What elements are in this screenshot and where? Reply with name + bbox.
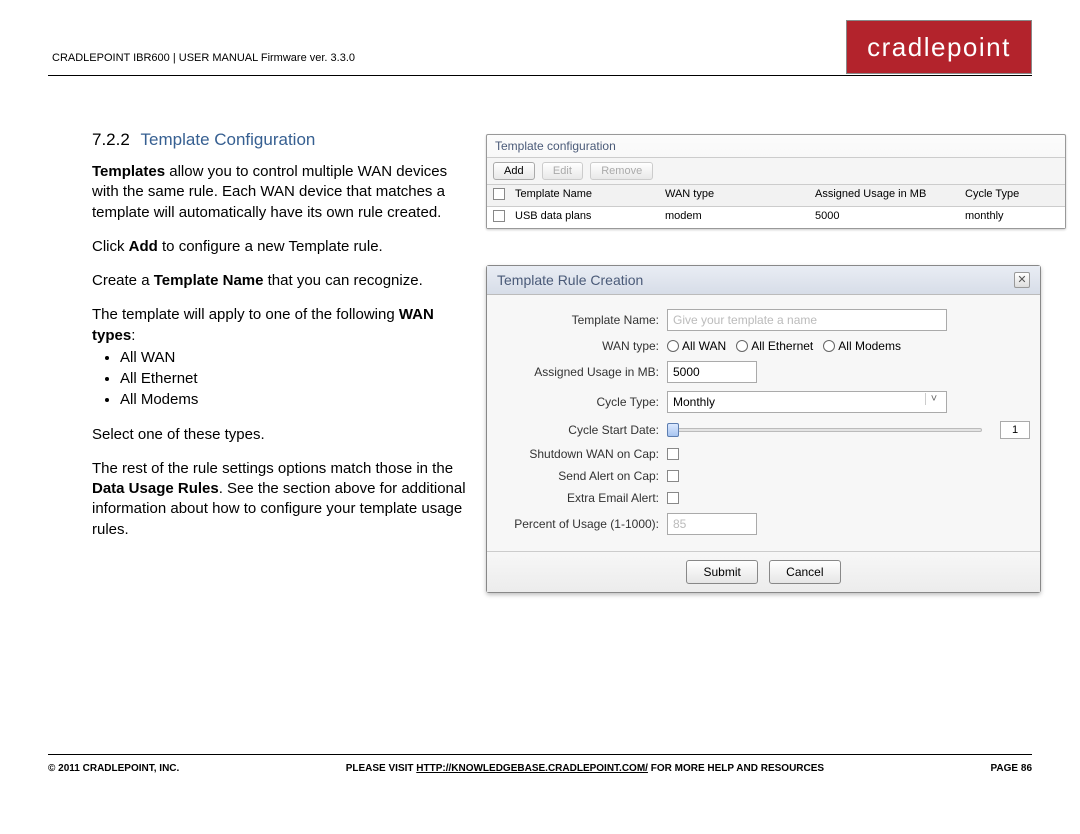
- panel-title: Template configuration: [487, 135, 1065, 157]
- toolbar: Add Edit Remove: [487, 157, 1065, 185]
- edit-button[interactable]: Edit: [542, 162, 583, 180]
- label-template-name: Template Name:: [497, 313, 667, 327]
- label-usage: Assigned Usage in MB:: [497, 365, 667, 379]
- select-all-checkbox[interactable]: [493, 188, 505, 200]
- label-wan-type: WAN type:: [497, 339, 667, 353]
- table-row[interactable]: USB data plans modem 5000 monthly: [487, 207, 1065, 228]
- add-button[interactable]: Add: [493, 162, 535, 180]
- header-rule: [48, 75, 1032, 76]
- header-breadcrumb: CRADLEPOINT IBR600 | USER MANUAL Firmwar…: [52, 52, 355, 64]
- template-rule-dialog: Template Rule Creation ✕ Template Name: …: [486, 265, 1041, 593]
- radio-all-wan[interactable]: All WAN: [667, 339, 726, 353]
- label-cycle-type: Cycle Type:: [497, 395, 667, 409]
- label-alert: Send Alert on Cap:: [497, 469, 667, 483]
- footer-link[interactable]: HTTP://KNOWLEDGEBASE.CRADLEPOINT.COM/: [416, 763, 648, 774]
- start-date-slider[interactable]: [667, 423, 982, 437]
- label-start-date: Cycle Start Date:: [497, 423, 667, 437]
- dialog-title: Template Rule Creation: [497, 272, 643, 288]
- cancel-button[interactable]: Cancel: [769, 560, 840, 584]
- percent-input[interactable]: 85: [667, 513, 757, 535]
- footer-page: PAGE 86: [991, 763, 1033, 774]
- table-header: Template Name WAN type Assigned Usage in…: [487, 185, 1065, 207]
- body-text: Templates allow you to control multiple …: [92, 162, 472, 554]
- label-percent: Percent of Usage (1-1000):: [497, 517, 667, 531]
- template-config-panel: Template configuration Add Edit Remove T…: [486, 134, 1066, 229]
- usage-input[interactable]: 5000: [667, 361, 757, 383]
- radio-all-ethernet[interactable]: All Ethernet: [736, 339, 813, 353]
- label-extra-email: Extra Email Alert:: [497, 491, 667, 505]
- shutdown-checkbox[interactable]: [667, 448, 679, 460]
- section-title: Template Configuration: [141, 130, 316, 149]
- list-item: All Ethernet: [120, 369, 472, 389]
- alert-checkbox[interactable]: [667, 470, 679, 482]
- list-item: All Modems: [120, 390, 472, 410]
- p1-strong: Templates: [92, 163, 165, 180]
- cycle-type-select[interactable]: Monthly: [667, 391, 947, 413]
- row-checkbox[interactable]: [493, 210, 505, 222]
- remove-button[interactable]: Remove: [590, 162, 653, 180]
- section-number: 7.2.2: [92, 130, 130, 149]
- page-footer: © 2011 CRADLEPOINT, INC. PLEASE VISIT HT…: [48, 754, 1032, 774]
- radio-all-modems[interactable]: All Modems: [823, 339, 901, 353]
- start-date-value[interactable]: 1: [1000, 421, 1030, 439]
- template-name-input[interactable]: Give your template a name: [667, 309, 947, 331]
- submit-button[interactable]: Submit: [686, 560, 757, 584]
- footer-copyright: © 2011 CRADLEPOINT, INC.: [48, 763, 179, 774]
- list-item: All WAN: [120, 348, 472, 368]
- close-icon[interactable]: ✕: [1014, 272, 1030, 288]
- brand-logo: cradlepoint: [846, 20, 1032, 74]
- extra-email-checkbox[interactable]: [667, 492, 679, 504]
- slider-thumb-icon[interactable]: [667, 423, 679, 437]
- label-shutdown: Shutdown WAN on Cap:: [497, 447, 667, 461]
